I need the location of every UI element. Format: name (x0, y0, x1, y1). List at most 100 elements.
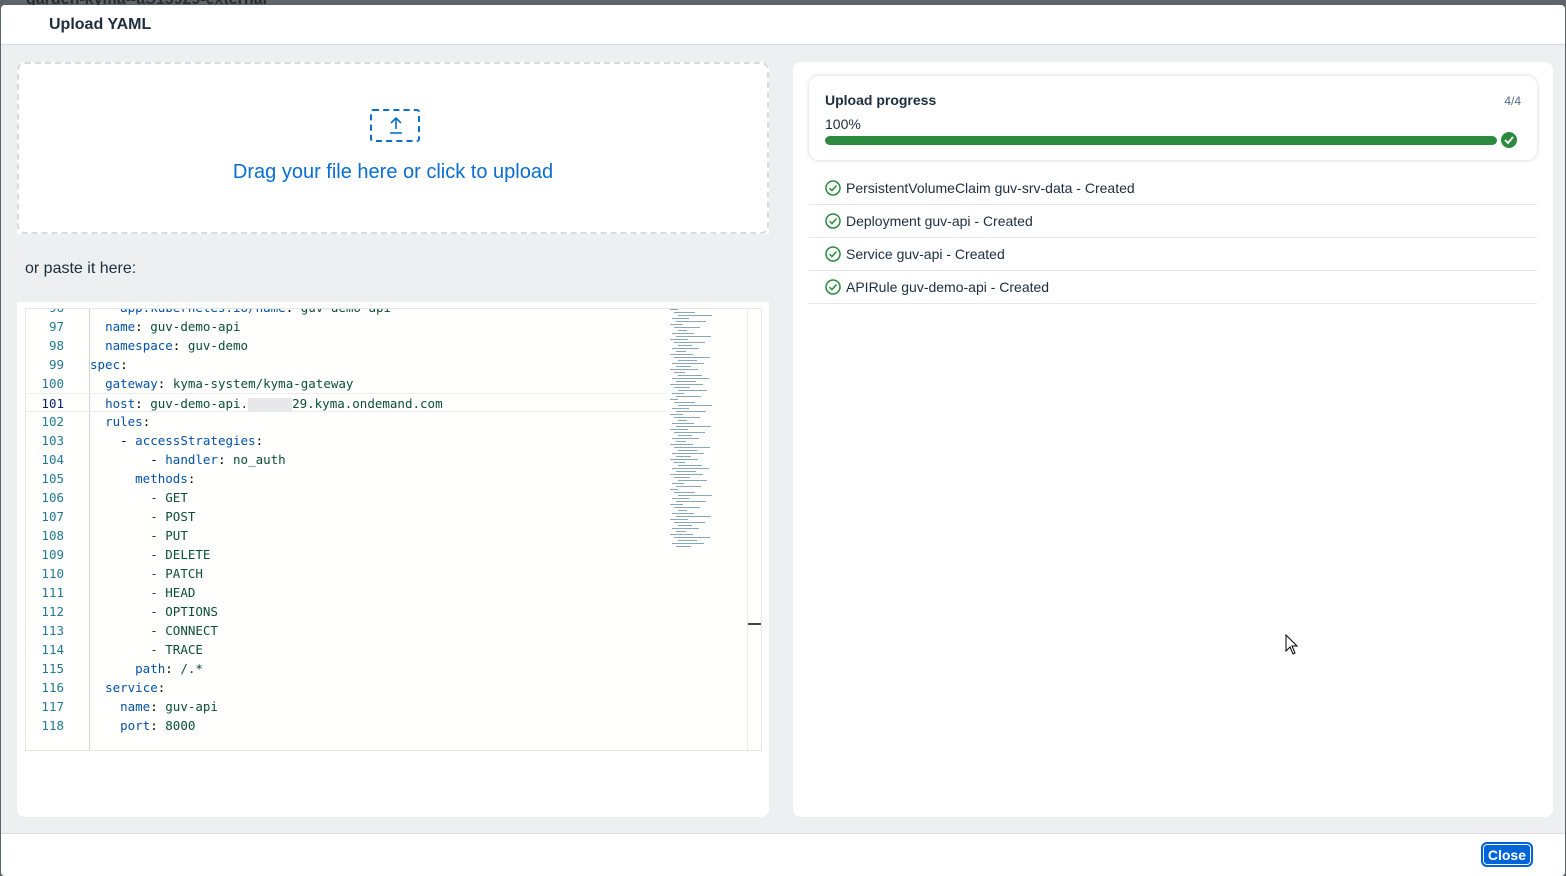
yaml-input-panel: Drag your file here or click to upload o… (17, 62, 769, 817)
code-line[interactable]: 113 - CONNECT (26, 621, 666, 640)
result-text: Service guv-api - Created (846, 246, 1005, 262)
minimap-line (678, 345, 692, 346)
minimap-line (672, 543, 704, 544)
code-line[interactable]: 115 path: /.* (26, 659, 666, 678)
minimap-line (676, 426, 711, 427)
minimap-line (676, 441, 686, 442)
line-content: spec: (90, 357, 128, 372)
dialog-header: Upload YAML (1, 5, 1565, 45)
code-line[interactable]: 109 - DELETE (26, 545, 666, 564)
line-content: name: guv-api (120, 699, 218, 714)
dialog-footer: Close (1, 833, 1565, 876)
code-line[interactable]: 107 - POST (26, 507, 666, 526)
minimap-line (672, 423, 694, 424)
minimap-line (674, 327, 700, 328)
code-line[interactable]: 97 name: guv-demo-api (26, 317, 666, 336)
minimap-line (674, 417, 700, 418)
progress-percent: 100% (825, 116, 861, 132)
line-number: 106 (41, 490, 64, 505)
minimap-line (670, 354, 693, 355)
minimap-line (672, 363, 704, 364)
line-content: - PATCH (150, 566, 203, 581)
progress-bar-fill (825, 136, 1497, 145)
minimap-line (672, 438, 699, 439)
code-line[interactable]: 117 name: guv-api (26, 697, 666, 716)
minimap-line (674, 507, 700, 508)
line-number: 117 (41, 699, 64, 714)
minimap-line (676, 411, 706, 412)
code-line[interactable]: 114 - TRACE (26, 640, 666, 659)
minimap-line (670, 324, 683, 325)
line-number: 99 (48, 357, 64, 372)
line-content: - PUT (150, 528, 188, 543)
line-content: gateway: kyma-system/kyma-gateway (105, 376, 354, 391)
upload-progress-card: Upload progress 4/4 100% (809, 76, 1537, 160)
upload-yaml-dialog: Upload YAML Drag your file here or click… (1, 5, 1565, 876)
progress-bar (825, 136, 1497, 145)
minimap-line (678, 480, 707, 481)
minimap-line (672, 513, 694, 514)
upload-results-panel: Upload progress 4/4 100% PersistentVolum… (793, 62, 1553, 817)
result-list-item: PersistentVolumeClaim guv-srv-data - Cre… (809, 172, 1537, 205)
line-content: rules: (105, 414, 151, 429)
line-content: namespace: guv-demo (105, 338, 249, 353)
line-number: 118 (41, 718, 64, 733)
minimap-line (670, 459, 698, 460)
minimap-line (672, 318, 689, 319)
code-line[interactable]: 118 port: 8000 (26, 716, 666, 735)
code-line[interactable]: 96 app.kubernetes.io/name: guv-demo-api (26, 309, 666, 317)
line-content: - HEAD (150, 585, 196, 600)
code-line[interactable]: 102 rules: (26, 412, 666, 431)
code-line[interactable]: 104 - handler: no_auth (26, 450, 666, 469)
code-line[interactable]: 103 - accessStrategies: (26, 431, 666, 450)
line-number: 102 (41, 414, 64, 429)
line-number: 116 (41, 680, 64, 695)
line-content: host: guv-demo-api. 29.kyma.ondemand.com (105, 396, 443, 412)
line-number: 112 (41, 604, 64, 619)
code-line[interactable]: 116 service: (26, 678, 666, 697)
line-content: methods: (135, 471, 196, 486)
line-number: 113 (41, 623, 64, 638)
minimap-line (676, 456, 691, 457)
code-line[interactable]: 106 - GET (26, 488, 666, 507)
result-text: APIRule guv-demo-api - Created (846, 279, 1050, 295)
line-number: 110 (41, 566, 64, 581)
minimap-line (672, 408, 689, 409)
editor-code-lines[interactable]: 96 app.kubernetes.io/name: guv-demo-api9… (26, 309, 666, 735)
code-line[interactable]: 101 host: guv-demo-api. 29.kyma.ondemand.… (26, 393, 666, 412)
code-line[interactable]: 98 namespace: guv-demo (26, 336, 666, 355)
code-line[interactable]: 110 - PATCH (26, 564, 666, 583)
line-content: - CONNECT (150, 623, 218, 638)
minimap-line (672, 378, 709, 379)
result-list-item: APIRule guv-demo-api - Created (809, 271, 1537, 304)
file-dropzone[interactable]: Drag your file here or click to upload (17, 62, 769, 234)
minimap-line (676, 381, 696, 382)
minimap-line (676, 336, 711, 337)
line-number: 109 (41, 547, 64, 562)
paste-section: or paste it here: (17, 234, 769, 302)
code-line[interactable]: 100 gateway: kyma-system/kyma-gateway (26, 374, 666, 393)
minimap-line (672, 528, 699, 529)
code-line[interactable]: 111 - HEAD (26, 583, 666, 602)
minimap-line (672, 348, 699, 349)
code-line[interactable]: 112 - OPTIONS (26, 602, 666, 621)
line-number: 98 (48, 338, 64, 353)
minimap-line (678, 405, 712, 406)
code-line[interactable]: 105 methods: (26, 469, 666, 488)
editor-minimap[interactable] (670, 309, 746, 549)
line-number: 111 (41, 585, 64, 600)
minimap-line (674, 342, 705, 343)
code-line[interactable]: 108 - PUT (26, 526, 666, 545)
close-button[interactable]: Close (1480, 842, 1533, 867)
line-number: 114 (41, 642, 64, 657)
minimap-line (678, 510, 687, 511)
minimap-line (674, 432, 705, 433)
minimap-line (670, 429, 688, 430)
yaml-code-editor[interactable]: 96 app.kubernetes.io/name: guv-demo-api9… (25, 308, 762, 751)
line-number: 115 (41, 661, 64, 676)
dropzone-label: Drag your file here or click to upload (232, 161, 554, 183)
code-line[interactable]: 99 spec: (26, 355, 666, 374)
editor-scrollbar[interactable] (747, 309, 761, 750)
minimap-line (674, 447, 710, 448)
redacted-block (248, 397, 293, 412)
